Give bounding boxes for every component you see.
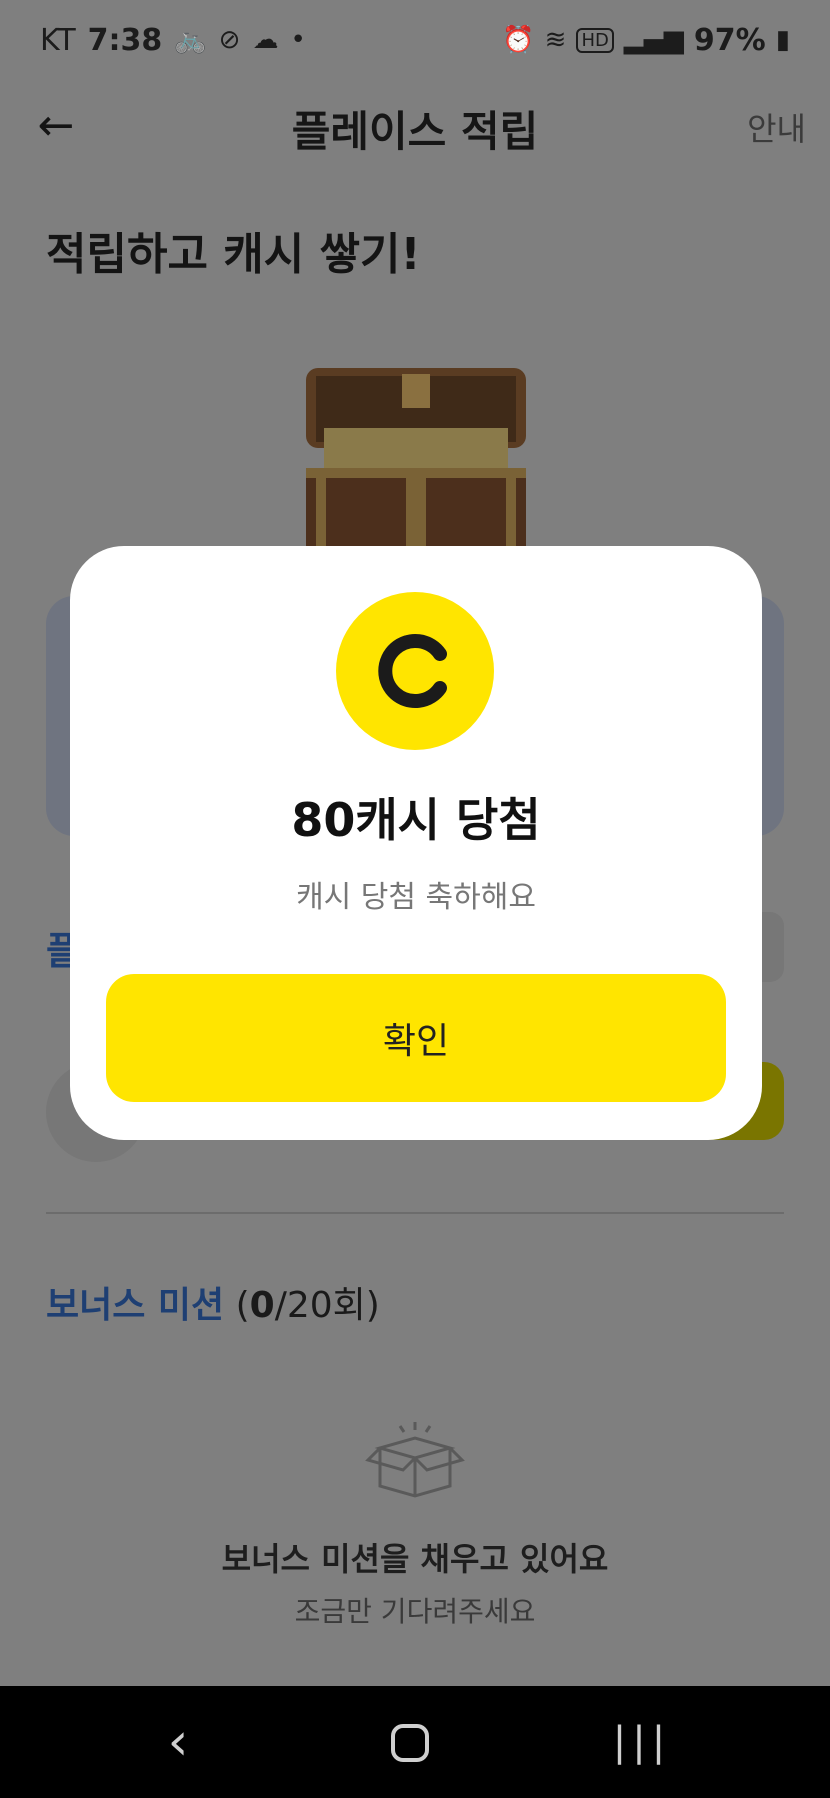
signal-icon: ▂▄▆ [623, 25, 684, 55]
bonus-count-current: 0 [249, 1285, 275, 1326]
reward-dialog: 80캐시 당첨 캐시 당첨 축하해요 확인 [70, 546, 762, 1140]
nav-recents-icon[interactable]: ||| [602, 1714, 682, 1770]
clock: 7:38 [87, 22, 163, 58]
pill-icon: ⊘ [218, 25, 241, 55]
bonus-count-total: /20회) [274, 1285, 380, 1326]
battery-level: 97% [693, 22, 766, 58]
headline: 적립하고 캐시 쌓기! [46, 229, 421, 280]
empty-state-subtitle: 조금만 기다려주세요 [294, 1595, 536, 1628]
dialog-subtitle: 캐시 당첨 축하해요 [296, 880, 536, 915]
guide-link[interactable]: 안내 [747, 104, 806, 150]
status-bar: KT 7:38 🚲 ⊘ ☁ • ⏰ ≋ HD ▂▄▆ 97% ▮ [0, 0, 830, 80]
alarm-icon: ⏰ [502, 25, 535, 55]
page-title: 플레이스 적립 [291, 107, 539, 156]
hd-icon: HD [576, 27, 614, 53]
status-right: ⏰ ≋ HD ▂▄▆ 97% ▮ [502, 23, 790, 58]
bonus-count-open: ( [235, 1285, 250, 1326]
cloud-icon: ☁ [252, 25, 279, 55]
confirm-button[interactable]: 확인 [106, 974, 726, 1102]
empty-state-title: 보너스 미션을 채우고 있어요 [221, 1540, 609, 1578]
bonus-mission-title: 보너스 미션 (0/20회) [46, 1276, 380, 1328]
empty-box-icon [365, 1422, 465, 1498]
status-left: KT 7:38 🚲 ⊘ ☁ • [40, 23, 306, 58]
app-bar: ← 플레이스 적립 안내 [0, 80, 830, 170]
nav-back-icon[interactable]: ‹ [138, 1714, 218, 1770]
system-nav-bar: ‹ ||| [0, 1686, 830, 1798]
carrier-label: KT [40, 22, 76, 58]
cash-coin-icon [336, 592, 494, 750]
coin-letter-icon [378, 634, 447, 708]
dialog-title: 80캐시 당첨 [291, 793, 541, 847]
divider [46, 1212, 784, 1214]
bonus-mission-label: 보너스 미션 [46, 1285, 225, 1326]
bike-icon: 🚲 [174, 25, 207, 55]
treasure-chest-illustration [306, 368, 526, 548]
battery-icon: ▮ [775, 25, 790, 55]
nav-home-icon[interactable] [370, 1714, 450, 1770]
dot-icon: • [290, 25, 306, 55]
wifi-icon: ≋ [544, 25, 567, 55]
